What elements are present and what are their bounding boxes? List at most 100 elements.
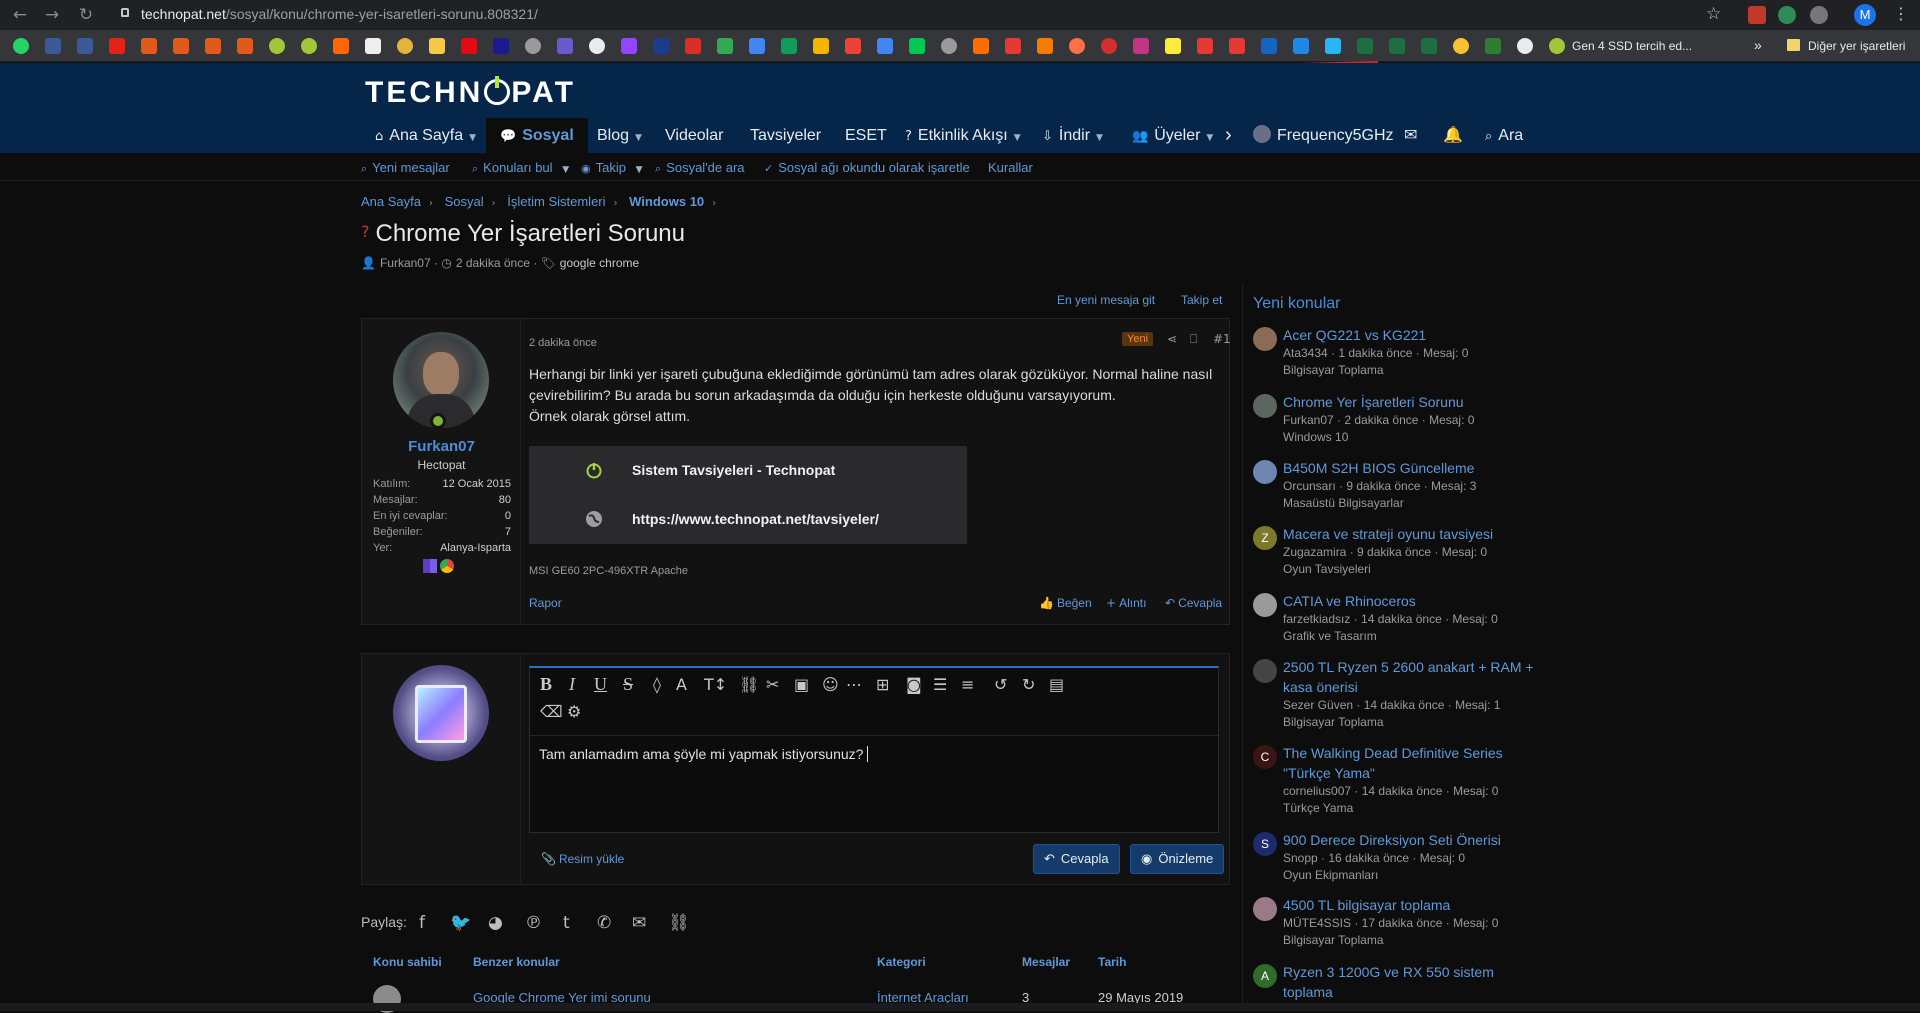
nav-blog[interactable]: Blog ▼ — [597, 118, 642, 153]
sidebar-thread-link[interactable]: B450M S2H BIOS Güncelleme — [1283, 458, 1538, 478]
avatar[interactable]: A — [1253, 964, 1277, 988]
underline-icon[interactable]: U — [594, 674, 607, 695]
chevron-down-icon[interactable]: ▼ — [636, 165, 643, 175]
twitch-bookmark-icon[interactable] — [621, 38, 637, 54]
sidebar-thread-link[interactable]: Chrome Yer İşaretleri Sorunu — [1283, 392, 1538, 412]
facebook-bookmark-icon-2[interactable] — [77, 38, 93, 54]
reload-icon[interactable]: ↻ — [76, 5, 96, 25]
italic-icon[interactable]: I — [569, 674, 575, 695]
netflix-bookmark-icon[interactable] — [461, 38, 477, 54]
breadcrumb-item[interactable]: Ana Sayfa — [361, 194, 421, 209]
email-icon[interactable]: ✉ — [632, 913, 646, 933]
camera-icon[interactable]: ◙ — [906, 675, 922, 694]
lock-icon[interactable] — [121, 8, 129, 17]
facebook-icon[interactable]: f — [419, 913, 425, 933]
thread-tag[interactable]: google chrome — [560, 256, 639, 270]
adblock-extension-icon[interactable] — [1748, 6, 1766, 24]
font-icon[interactable]: A — [676, 675, 687, 694]
nav-download[interactable]: ⇩ İndir ▼ — [1042, 118, 1103, 153]
sidebar-thread-link[interactable]: 2500 TL Ryzen 5 2600 anakart + RAM + kas… — [1283, 657, 1538, 697]
dh-bookmark-icon-2[interactable] — [173, 38, 189, 54]
excel-bookmark-icon-3[interactable] — [1421, 38, 1437, 54]
gmail-bookmark-icon[interactable] — [685, 38, 701, 54]
bookmark-icon-h[interactable] — [877, 38, 893, 54]
more-bookmarks-icon[interactable]: » — [1754, 37, 1762, 53]
align-icon[interactable]: ≡ — [961, 675, 974, 694]
nav-user[interactable]: Frequency5GHz — [1253, 118, 1394, 153]
strikethrough-icon[interactable]: S — [623, 674, 633, 695]
bookmark-icon-g[interactable] — [653, 38, 669, 54]
sidebar-thread-link[interactable]: Ryzen 3 1200G ve RX 550 sistem toplama — [1283, 962, 1538, 1002]
nav-home[interactable]: ⌂ Ana Sayfa ▼ — [375, 118, 476, 153]
dh-bookmark-icon[interactable] — [141, 38, 157, 54]
breadcrumb-item[interactable]: Sosyal — [445, 194, 484, 209]
bookmark-icon-b[interactable] — [397, 38, 413, 54]
reply-button[interactable]: ↶ Cevapla — [1165, 596, 1222, 610]
thread-time[interactable]: 2 dakika önce — [456, 256, 530, 270]
bookmark-icon-k[interactable] — [1069, 38, 1085, 54]
new-messages-link[interactable]: ⌕ Yeni mesajlar — [361, 160, 450, 176]
quote-button[interactable]: + Alıntı — [1106, 596, 1146, 610]
chevron-down-icon[interactable]: ▼ — [1014, 133, 1021, 143]
other-bookmarks[interactable]: Diğer yer işaretleri — [1808, 39, 1905, 53]
technopat-logo[interactable]: TECHN PAT — [365, 76, 576, 110]
sidebar-thread-category[interactable]: Oyun Ekipmanları — [1283, 868, 1378, 882]
save-draft-icon[interactable]: ▤ — [1049, 675, 1064, 694]
folder-icon[interactable] — [1787, 39, 1800, 51]
dh-bookmark-icon-4[interactable] — [237, 38, 253, 54]
bold-icon[interactable]: B — [540, 674, 552, 695]
gear-icon[interactable]: ⚙ — [567, 702, 581, 721]
eraser-icon[interactable]: ⌫ — [540, 702, 563, 721]
avatar[interactable]: Z — [1253, 526, 1277, 550]
thread-author[interactable]: Furkan07 — [380, 256, 431, 270]
sidebar-thread-category[interactable]: Bilgisayar Toplama — [1283, 933, 1384, 947]
latest-message-link[interactable]: En yeni mesaja git — [1057, 293, 1155, 307]
upload-image-button[interactable]: 📎 Resim yükle — [541, 852, 624, 866]
nav-search[interactable]: ⌕ Ara — [1485, 118, 1523, 153]
bookmark-icon-s[interactable] — [1485, 38, 1501, 54]
bookmark-icon-e[interactable] — [557, 38, 573, 54]
globe-bookmark-icon[interactable] — [525, 38, 541, 54]
bookmark-icon-q[interactable] — [1325, 38, 1341, 54]
share-icon[interactable]: ⋖ — [1167, 332, 1177, 346]
forward-icon[interactable]: → — [42, 5, 62, 25]
mi-bookmark-icon[interactable] — [333, 38, 349, 54]
technopat-bookmark-icon-3[interactable] — [1549, 38, 1565, 54]
youtube-bookmark-icon[interactable] — [109, 38, 125, 54]
play-bookmark-icon[interactable] — [909, 38, 925, 54]
extension-icon-2[interactable] — [1810, 6, 1828, 24]
bookmark-icon-p[interactable] — [1261, 38, 1277, 54]
breadcrumb-item-current[interactable]: Windows 10 — [629, 194, 704, 209]
mark-read-link[interactable]: ✓ Sosyal ağı okundu olarak işaretle — [764, 160, 970, 175]
sidebar-thread-category[interactable]: Bilgisayar Toplama — [1283, 363, 1384, 377]
nav-advice[interactable]: Tavsiyeler — [750, 118, 821, 153]
bookmark-icon-c[interactable] — [429, 38, 445, 54]
inbox-icon[interactable]: ✉ — [1404, 118, 1417, 153]
sidebar-thread-category[interactable]: Türkçe Yama — [1283, 801, 1353, 815]
sheets-bookmark-icon[interactable] — [781, 38, 797, 54]
redo-icon[interactable]: ↻ — [1022, 675, 1035, 694]
avatar[interactable]: C — [1253, 745, 1277, 769]
browser-menu-icon[interactable]: ⋮ — [1893, 4, 1909, 23]
sidebar-thread-link[interactable]: Acer QG221 vs KG221 — [1283, 325, 1538, 345]
sidebar-title[interactable]: Yeni konular — [1253, 295, 1340, 313]
sidebar-thread-link[interactable]: 4500 TL bilgisayar toplama — [1283, 895, 1538, 915]
nav-eset[interactable]: ESET — [845, 118, 887, 153]
color-icon[interactable]: ◊ — [653, 675, 661, 694]
avatar[interactable]: S — [1253, 832, 1277, 856]
font-size-icon[interactable]: T↕ — [704, 675, 727, 694]
excel-bookmark-icon-2[interactable] — [1389, 38, 1405, 54]
reply-text[interactable]: Tam anlamadım ama şöyle mi yapmak istiyo… — [539, 746, 869, 762]
bluetooth-bookmark-icon[interactable] — [1293, 38, 1309, 54]
avatar[interactable] — [1253, 327, 1277, 351]
nav-members[interactable]: 👥 Üyeler ▼ — [1132, 118, 1213, 153]
rules-link[interactable]: Kurallar — [988, 160, 1033, 175]
search-social-link[interactable]: ⌕ Sosyal'de ara — [655, 160, 745, 176]
chevron-down-icon[interactable]: ▼ — [1206, 133, 1213, 143]
bookmark-icon-d[interactable] — [493, 38, 509, 54]
like-button[interactable]: 👍 Beğen — [1039, 596, 1092, 610]
globe-bookmark-icon-2[interactable] — [941, 38, 957, 54]
bookmark-icon-t[interactable] — [1517, 38, 1533, 54]
report-link[interactable]: Rapor — [529, 596, 562, 610]
sidebar-thread-category[interactable]: Oyun Tavsiyeleri — [1283, 562, 1371, 576]
